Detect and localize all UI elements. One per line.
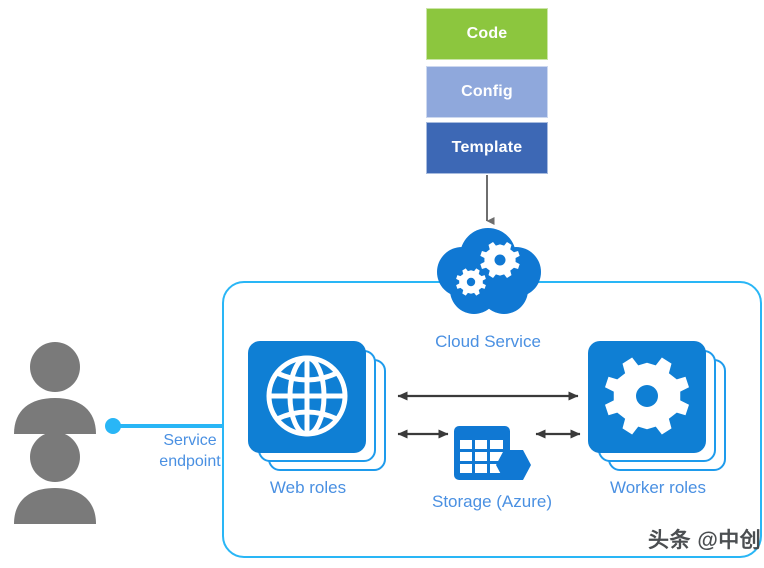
- diagram-canvas: Code Config Template Cloud Service Web r…: [0, 0, 764, 568]
- service-endpoint-label: Service endpoint: [138, 430, 242, 472]
- cloud-gears-icon[interactable]: [424, 228, 552, 318]
- person-icon: [14, 342, 96, 434]
- storage-table-icon[interactable]: [452, 424, 532, 490]
- globe-icon: [266, 355, 348, 437]
- worker-roles-stack[interactable]: [588, 341, 728, 473]
- watermark: 头条 @中创: [648, 529, 762, 552]
- worker-roles-card-front[interactable]: [588, 341, 706, 453]
- worker-roles-label: Worker roles: [609, 478, 707, 497]
- web-roles-label: Web roles: [269, 478, 347, 497]
- storage-label: Storage (Azure): [432, 492, 552, 511]
- package-box-template-label: Template: [451, 139, 523, 156]
- web-roles-stack[interactable]: [248, 341, 388, 473]
- service-endpoint-label-line1: Service: [163, 432, 217, 449]
- package-box-config-label: Config: [461, 83, 513, 100]
- service-endpoint-label-line2: endpoint: [159, 453, 221, 470]
- package-box-code-label: Code: [466, 25, 508, 42]
- gear-icon: [605, 357, 689, 435]
- person-icon: [14, 432, 96, 524]
- package-box-config[interactable]: Config: [426, 66, 548, 118]
- package-box-template[interactable]: Template: [426, 122, 548, 174]
- package-box-code[interactable]: Code: [426, 8, 548, 60]
- cloud-service-label: Cloud Service: [435, 332, 541, 351]
- web-roles-card-front[interactable]: [248, 341, 366, 453]
- service-endpoint-dot[interactable]: [105, 418, 121, 434]
